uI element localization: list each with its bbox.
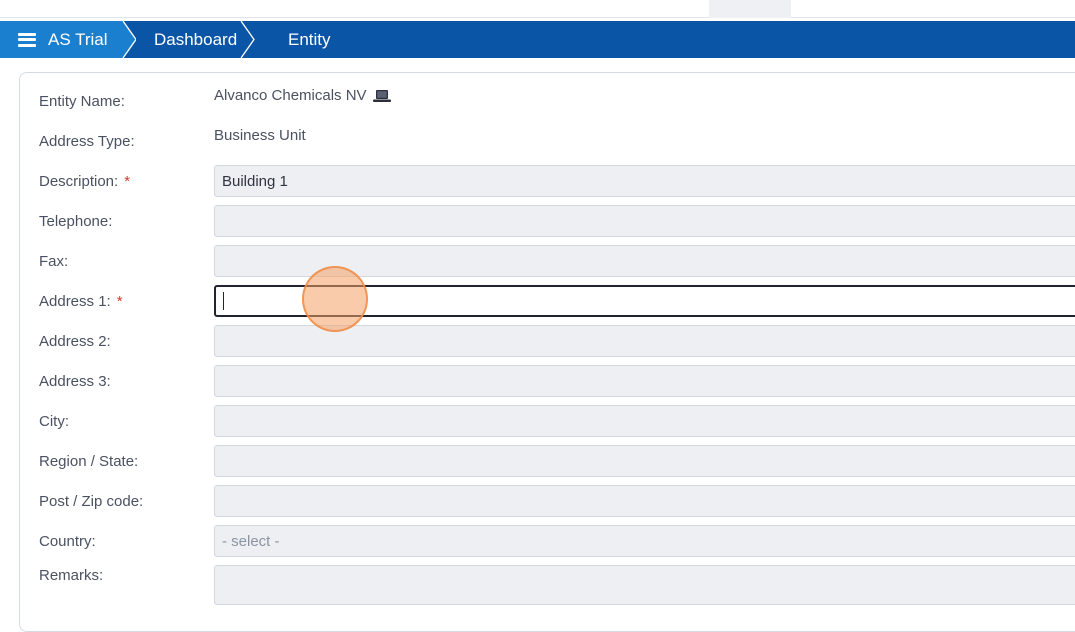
laptop-icon[interactable] <box>372 89 391 103</box>
address3-input[interactable] <box>214 365 1075 397</box>
text-caret <box>223 292 224 310</box>
breadcrumb-dashboard[interactable]: Dashboard <box>120 21 255 58</box>
row-city: City: <box>20 405 1075 437</box>
region-label: Region / State: <box>39 452 139 470</box>
address3-label: Address 3: <box>39 372 111 390</box>
breadcrumb-dashboard-label: Dashboard <box>154 29 238 49</box>
row-address1: Address 1: * <box>20 285 1075 317</box>
click-indicator <box>302 266 368 332</box>
hamburger-menu-icon[interactable] <box>18 32 36 47</box>
browser-tab-ghost[interactable] <box>709 0 791 18</box>
description-label: Description: * <box>39 172 131 190</box>
app-home-crumb[interactable]: AS Trial <box>0 21 136 58</box>
row-postcode: Post / Zip code: <box>20 485 1075 517</box>
fax-label: Fax: <box>39 252 69 270</box>
country-select[interactable]: - select - <box>214 525 1075 557</box>
postcode-input[interactable] <box>214 485 1075 517</box>
required-asterisk: * <box>124 172 131 190</box>
row-region: Region / State: <box>20 445 1075 477</box>
app-name: AS Trial <box>48 29 108 49</box>
remarks-textarea[interactable] <box>214 565 1075 605</box>
row-country: Country: - select - <box>20 525 1075 557</box>
entity-name-value: Alvanco Chemicals NV <box>214 79 391 111</box>
entity-name-label: Entity Name: <box>39 92 125 110</box>
region-input[interactable] <box>214 445 1075 477</box>
row-description: Description: * Building 1 <box>20 165 1075 197</box>
description-input[interactable]: Building 1 <box>214 165 1075 197</box>
address-type-value: Business Unit <box>214 126 306 144</box>
telephone-input[interactable] <box>214 205 1075 237</box>
row-remarks: Remarks: <box>20 565 1075 605</box>
required-asterisk: * <box>116 292 123 310</box>
country-label: Country: <box>39 532 96 550</box>
row-address2: Address 2: <box>20 325 1075 357</box>
city-label: City: <box>39 412 69 430</box>
row-address3: Address 3: <box>20 365 1075 397</box>
address1-label: Address 1: * <box>39 292 123 310</box>
city-input[interactable] <box>214 405 1075 437</box>
row-fax: Fax: <box>20 245 1075 277</box>
breadcrumb-navbar: AS Trial Dashboard Entity <box>0 21 1075 58</box>
address-type-label: Address Type: <box>39 132 135 150</box>
telephone-label: Telephone: <box>39 212 113 230</box>
row-entity-name: Entity Name: Alvanco Chemicals NV <box>20 85 1075 117</box>
row-telephone: Telephone: <box>20 205 1075 237</box>
breadcrumb-entity-label: Entity <box>288 29 331 49</box>
entity-form-panel: Entity Name: Alvanco Chemicals NV Addres… <box>19 72 1075 632</box>
postcode-label: Post / Zip code: <box>39 492 144 510</box>
remarks-label: Remarks: <box>39 566 104 584</box>
address2-label: Address 2: <box>39 332 111 350</box>
breadcrumb-entity[interactable]: Entity <box>254 21 331 58</box>
row-address-type: Address Type: Business Unit <box>20 125 1075 157</box>
top-tab-strip <box>0 0 1075 18</box>
